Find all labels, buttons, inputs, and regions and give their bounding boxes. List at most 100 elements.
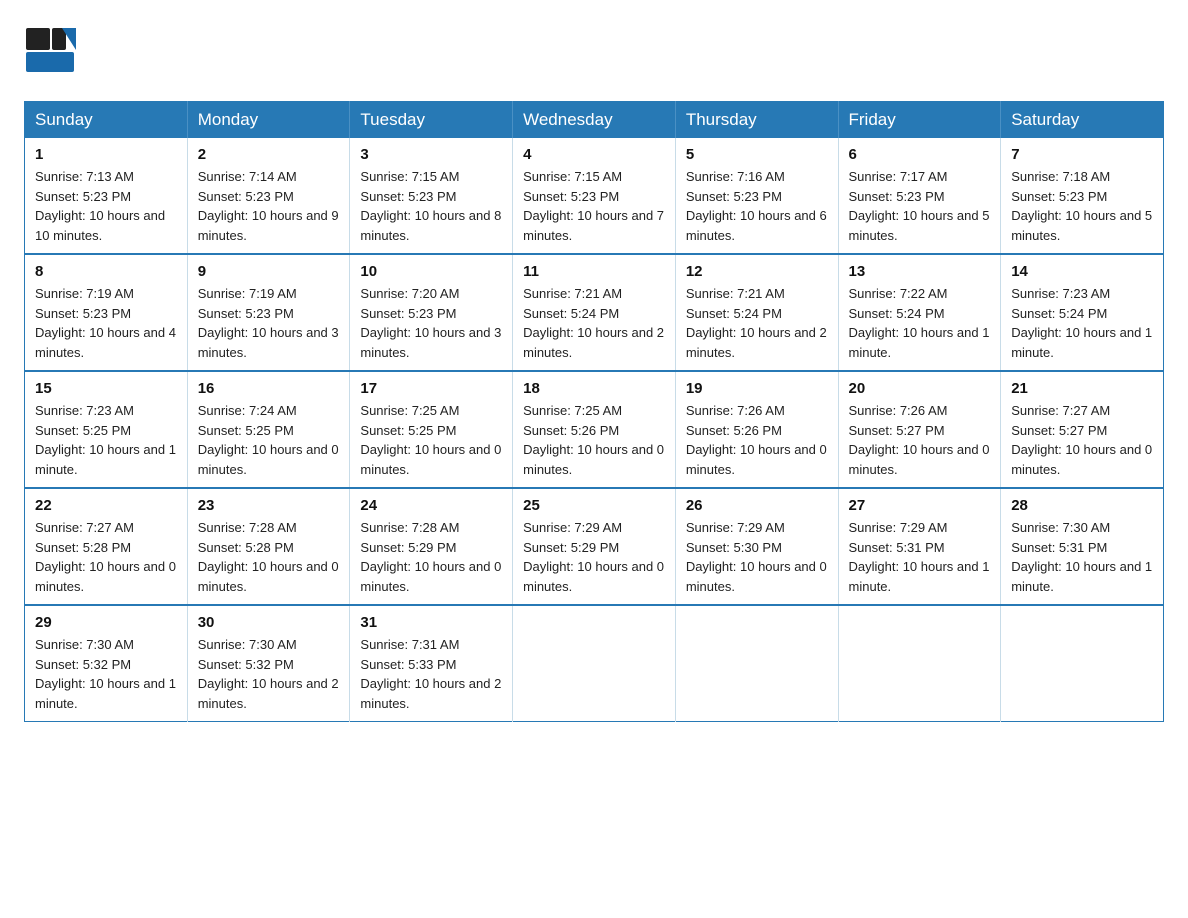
day-info: Sunrise: 7:18 AMSunset: 5:23 PMDaylight:…: [1011, 169, 1152, 243]
calendar-cell: 11 Sunrise: 7:21 AMSunset: 5:24 PMDaylig…: [513, 254, 676, 371]
calendar-week-row: 8 Sunrise: 7:19 AMSunset: 5:23 PMDayligh…: [25, 254, 1164, 371]
day-number: 30: [198, 614, 340, 631]
day-number: 12: [686, 263, 828, 280]
calendar-cell: [513, 605, 676, 722]
calendar-cell: 20 Sunrise: 7:26 AMSunset: 5:27 PMDaylig…: [838, 371, 1001, 488]
day-info: Sunrise: 7:21 AMSunset: 5:24 PMDaylight:…: [686, 286, 827, 360]
calendar-cell: 29 Sunrise: 7:30 AMSunset: 5:32 PMDaylig…: [25, 605, 188, 722]
day-info: Sunrise: 7:15 AMSunset: 5:23 PMDaylight:…: [523, 169, 664, 243]
calendar-cell: [838, 605, 1001, 722]
day-number: 18: [523, 380, 665, 397]
day-number: 16: [198, 380, 340, 397]
calendar-week-row: 29 Sunrise: 7:30 AMSunset: 5:32 PMDaylig…: [25, 605, 1164, 722]
day-number: 11: [523, 263, 665, 280]
day-number: 24: [360, 497, 502, 514]
day-number: 15: [35, 380, 177, 397]
day-info: Sunrise: 7:21 AMSunset: 5:24 PMDaylight:…: [523, 286, 664, 360]
day-number: 13: [849, 263, 991, 280]
day-header-saturday: Saturday: [1001, 102, 1164, 139]
day-number: 3: [360, 146, 502, 163]
calendar-cell: 16 Sunrise: 7:24 AMSunset: 5:25 PMDaylig…: [187, 371, 350, 488]
day-number: 20: [849, 380, 991, 397]
calendar-cell: 10 Sunrise: 7:20 AMSunset: 5:23 PMDaylig…: [350, 254, 513, 371]
calendar-week-row: 15 Sunrise: 7:23 AMSunset: 5:25 PMDaylig…: [25, 371, 1164, 488]
day-info: Sunrise: 7:19 AMSunset: 5:23 PMDaylight:…: [198, 286, 339, 360]
logo-icon: [24, 24, 76, 76]
calendar-cell: 4 Sunrise: 7:15 AMSunset: 5:23 PMDayligh…: [513, 138, 676, 254]
day-number: 27: [849, 497, 991, 514]
day-info: Sunrise: 7:30 AMSunset: 5:32 PMDaylight:…: [198, 637, 339, 711]
calendar-cell: 6 Sunrise: 7:17 AMSunset: 5:23 PMDayligh…: [838, 138, 1001, 254]
calendar-cell: 7 Sunrise: 7:18 AMSunset: 5:23 PMDayligh…: [1001, 138, 1164, 254]
day-header-wednesday: Wednesday: [513, 102, 676, 139]
day-info: Sunrise: 7:15 AMSunset: 5:23 PMDaylight:…: [360, 169, 501, 243]
calendar-cell: 21 Sunrise: 7:27 AMSunset: 5:27 PMDaylig…: [1001, 371, 1164, 488]
day-info: Sunrise: 7:31 AMSunset: 5:33 PMDaylight:…: [360, 637, 501, 711]
day-info: Sunrise: 7:27 AMSunset: 5:27 PMDaylight:…: [1011, 403, 1152, 477]
day-info: Sunrise: 7:30 AMSunset: 5:31 PMDaylight:…: [1011, 520, 1152, 594]
day-info: Sunrise: 7:25 AMSunset: 5:25 PMDaylight:…: [360, 403, 501, 477]
calendar-cell: 28 Sunrise: 7:30 AMSunset: 5:31 PMDaylig…: [1001, 488, 1164, 605]
day-number: 4: [523, 146, 665, 163]
day-info: Sunrise: 7:28 AMSunset: 5:28 PMDaylight:…: [198, 520, 339, 594]
calendar-cell: 5 Sunrise: 7:16 AMSunset: 5:23 PMDayligh…: [675, 138, 838, 254]
day-number: 5: [686, 146, 828, 163]
day-info: Sunrise: 7:24 AMSunset: 5:25 PMDaylight:…: [198, 403, 339, 477]
day-number: 23: [198, 497, 340, 514]
calendar-cell: 18 Sunrise: 7:25 AMSunset: 5:26 PMDaylig…: [513, 371, 676, 488]
calendar-cell: 9 Sunrise: 7:19 AMSunset: 5:23 PMDayligh…: [187, 254, 350, 371]
calendar-cell: 31 Sunrise: 7:31 AMSunset: 5:33 PMDaylig…: [350, 605, 513, 722]
day-number: 25: [523, 497, 665, 514]
day-info: Sunrise: 7:17 AMSunset: 5:23 PMDaylight:…: [849, 169, 990, 243]
day-number: 7: [1011, 146, 1153, 163]
day-number: 22: [35, 497, 177, 514]
calendar-cell: 30 Sunrise: 7:30 AMSunset: 5:32 PMDaylig…: [187, 605, 350, 722]
day-header-thursday: Thursday: [675, 102, 838, 139]
day-number: 29: [35, 614, 177, 631]
calendar-cell: 26 Sunrise: 7:29 AMSunset: 5:30 PMDaylig…: [675, 488, 838, 605]
day-number: 1: [35, 146, 177, 163]
day-info: Sunrise: 7:23 AMSunset: 5:24 PMDaylight:…: [1011, 286, 1152, 360]
day-info: Sunrise: 7:26 AMSunset: 5:26 PMDaylight:…: [686, 403, 827, 477]
calendar-cell: 19 Sunrise: 7:26 AMSunset: 5:26 PMDaylig…: [675, 371, 838, 488]
logo: [24, 24, 80, 81]
calendar-cell: 23 Sunrise: 7:28 AMSunset: 5:28 PMDaylig…: [187, 488, 350, 605]
day-info: Sunrise: 7:30 AMSunset: 5:32 PMDaylight:…: [35, 637, 176, 711]
day-header-monday: Monday: [187, 102, 350, 139]
day-number: 21: [1011, 380, 1153, 397]
calendar-cell: [1001, 605, 1164, 722]
calendar-cell: 24 Sunrise: 7:28 AMSunset: 5:29 PMDaylig…: [350, 488, 513, 605]
day-number: 17: [360, 380, 502, 397]
day-number: 9: [198, 263, 340, 280]
day-number: 6: [849, 146, 991, 163]
day-info: Sunrise: 7:26 AMSunset: 5:27 PMDaylight:…: [849, 403, 990, 477]
day-header-friday: Friday: [838, 102, 1001, 139]
calendar-cell: 14 Sunrise: 7:23 AMSunset: 5:24 PMDaylig…: [1001, 254, 1164, 371]
calendar-cell: 22 Sunrise: 7:27 AMSunset: 5:28 PMDaylig…: [25, 488, 188, 605]
calendar-cell: 17 Sunrise: 7:25 AMSunset: 5:25 PMDaylig…: [350, 371, 513, 488]
day-header-sunday: Sunday: [25, 102, 188, 139]
calendar-cell: 13 Sunrise: 7:22 AMSunset: 5:24 PMDaylig…: [838, 254, 1001, 371]
day-info: Sunrise: 7:23 AMSunset: 5:25 PMDaylight:…: [35, 403, 176, 477]
day-number: 10: [360, 263, 502, 280]
calendar-cell: 8 Sunrise: 7:19 AMSunset: 5:23 PMDayligh…: [25, 254, 188, 371]
day-info: Sunrise: 7:29 AMSunset: 5:30 PMDaylight:…: [686, 520, 827, 594]
calendar-cell: 3 Sunrise: 7:15 AMSunset: 5:23 PMDayligh…: [350, 138, 513, 254]
day-info: Sunrise: 7:28 AMSunset: 5:29 PMDaylight:…: [360, 520, 501, 594]
day-number: 19: [686, 380, 828, 397]
day-info: Sunrise: 7:25 AMSunset: 5:26 PMDaylight:…: [523, 403, 664, 477]
day-number: 14: [1011, 263, 1153, 280]
day-number: 31: [360, 614, 502, 631]
page-header: [24, 24, 1164, 81]
calendar-week-row: 1 Sunrise: 7:13 AMSunset: 5:23 PMDayligh…: [25, 138, 1164, 254]
day-info: Sunrise: 7:13 AMSunset: 5:23 PMDaylight:…: [35, 169, 165, 243]
day-info: Sunrise: 7:27 AMSunset: 5:28 PMDaylight:…: [35, 520, 176, 594]
calendar-header-row: SundayMondayTuesdayWednesdayThursdayFrid…: [25, 102, 1164, 139]
day-info: Sunrise: 7:22 AMSunset: 5:24 PMDaylight:…: [849, 286, 990, 360]
day-number: 8: [35, 263, 177, 280]
calendar-week-row: 22 Sunrise: 7:27 AMSunset: 5:28 PMDaylig…: [25, 488, 1164, 605]
calendar-cell: 1 Sunrise: 7:13 AMSunset: 5:23 PMDayligh…: [25, 138, 188, 254]
day-info: Sunrise: 7:16 AMSunset: 5:23 PMDaylight:…: [686, 169, 827, 243]
day-number: 26: [686, 497, 828, 514]
day-info: Sunrise: 7:20 AMSunset: 5:23 PMDaylight:…: [360, 286, 501, 360]
